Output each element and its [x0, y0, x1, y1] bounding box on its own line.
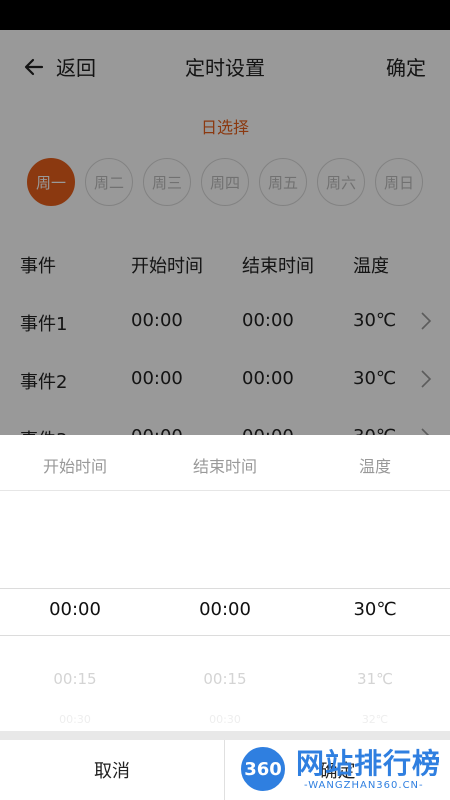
picker-header-temp: 温度: [358, 457, 391, 476]
start-time-wheel-next2[interactable]: 00:30: [0, 713, 150, 726]
status-bar: [0, 0, 450, 30]
temperature-wheel-next[interactable]: 31℃: [300, 670, 450, 688]
sheet-separator: [0, 731, 450, 740]
watermark-subtext: -WANGZHAN360.CN-: [304, 780, 424, 791]
modal-overlay[interactable]: [0, 30, 450, 435]
end-time-wheel-selected[interactable]: 00:00: [150, 599, 300, 620]
temperature-wheel-next2[interactable]: 32℃: [300, 713, 450, 726]
start-time-wheel-next[interactable]: 00:15: [0, 670, 150, 688]
picker-header-start: 开始时间: [42, 457, 107, 476]
end-time-wheel-next[interactable]: 00:15: [150, 670, 300, 688]
watermark-logo: 360: [238, 744, 288, 794]
temperature-wheel-selected[interactable]: 30℃: [300, 599, 450, 620]
picker-header: 开始时间 结束时间 温度: [0, 435, 450, 491]
start-time-wheel-selected[interactable]: 00:00: [0, 599, 150, 620]
end-time-wheel-next2[interactable]: 00:30: [150, 713, 300, 726]
cancel-button[interactable]: 取消: [0, 740, 224, 800]
picker-header-end: 结束时间: [192, 457, 257, 476]
watermark-text: 网站排行榜: [296, 747, 442, 780]
watermark: 360 网站排行榜 -WANGZHAN360.CN-: [238, 740, 448, 796]
